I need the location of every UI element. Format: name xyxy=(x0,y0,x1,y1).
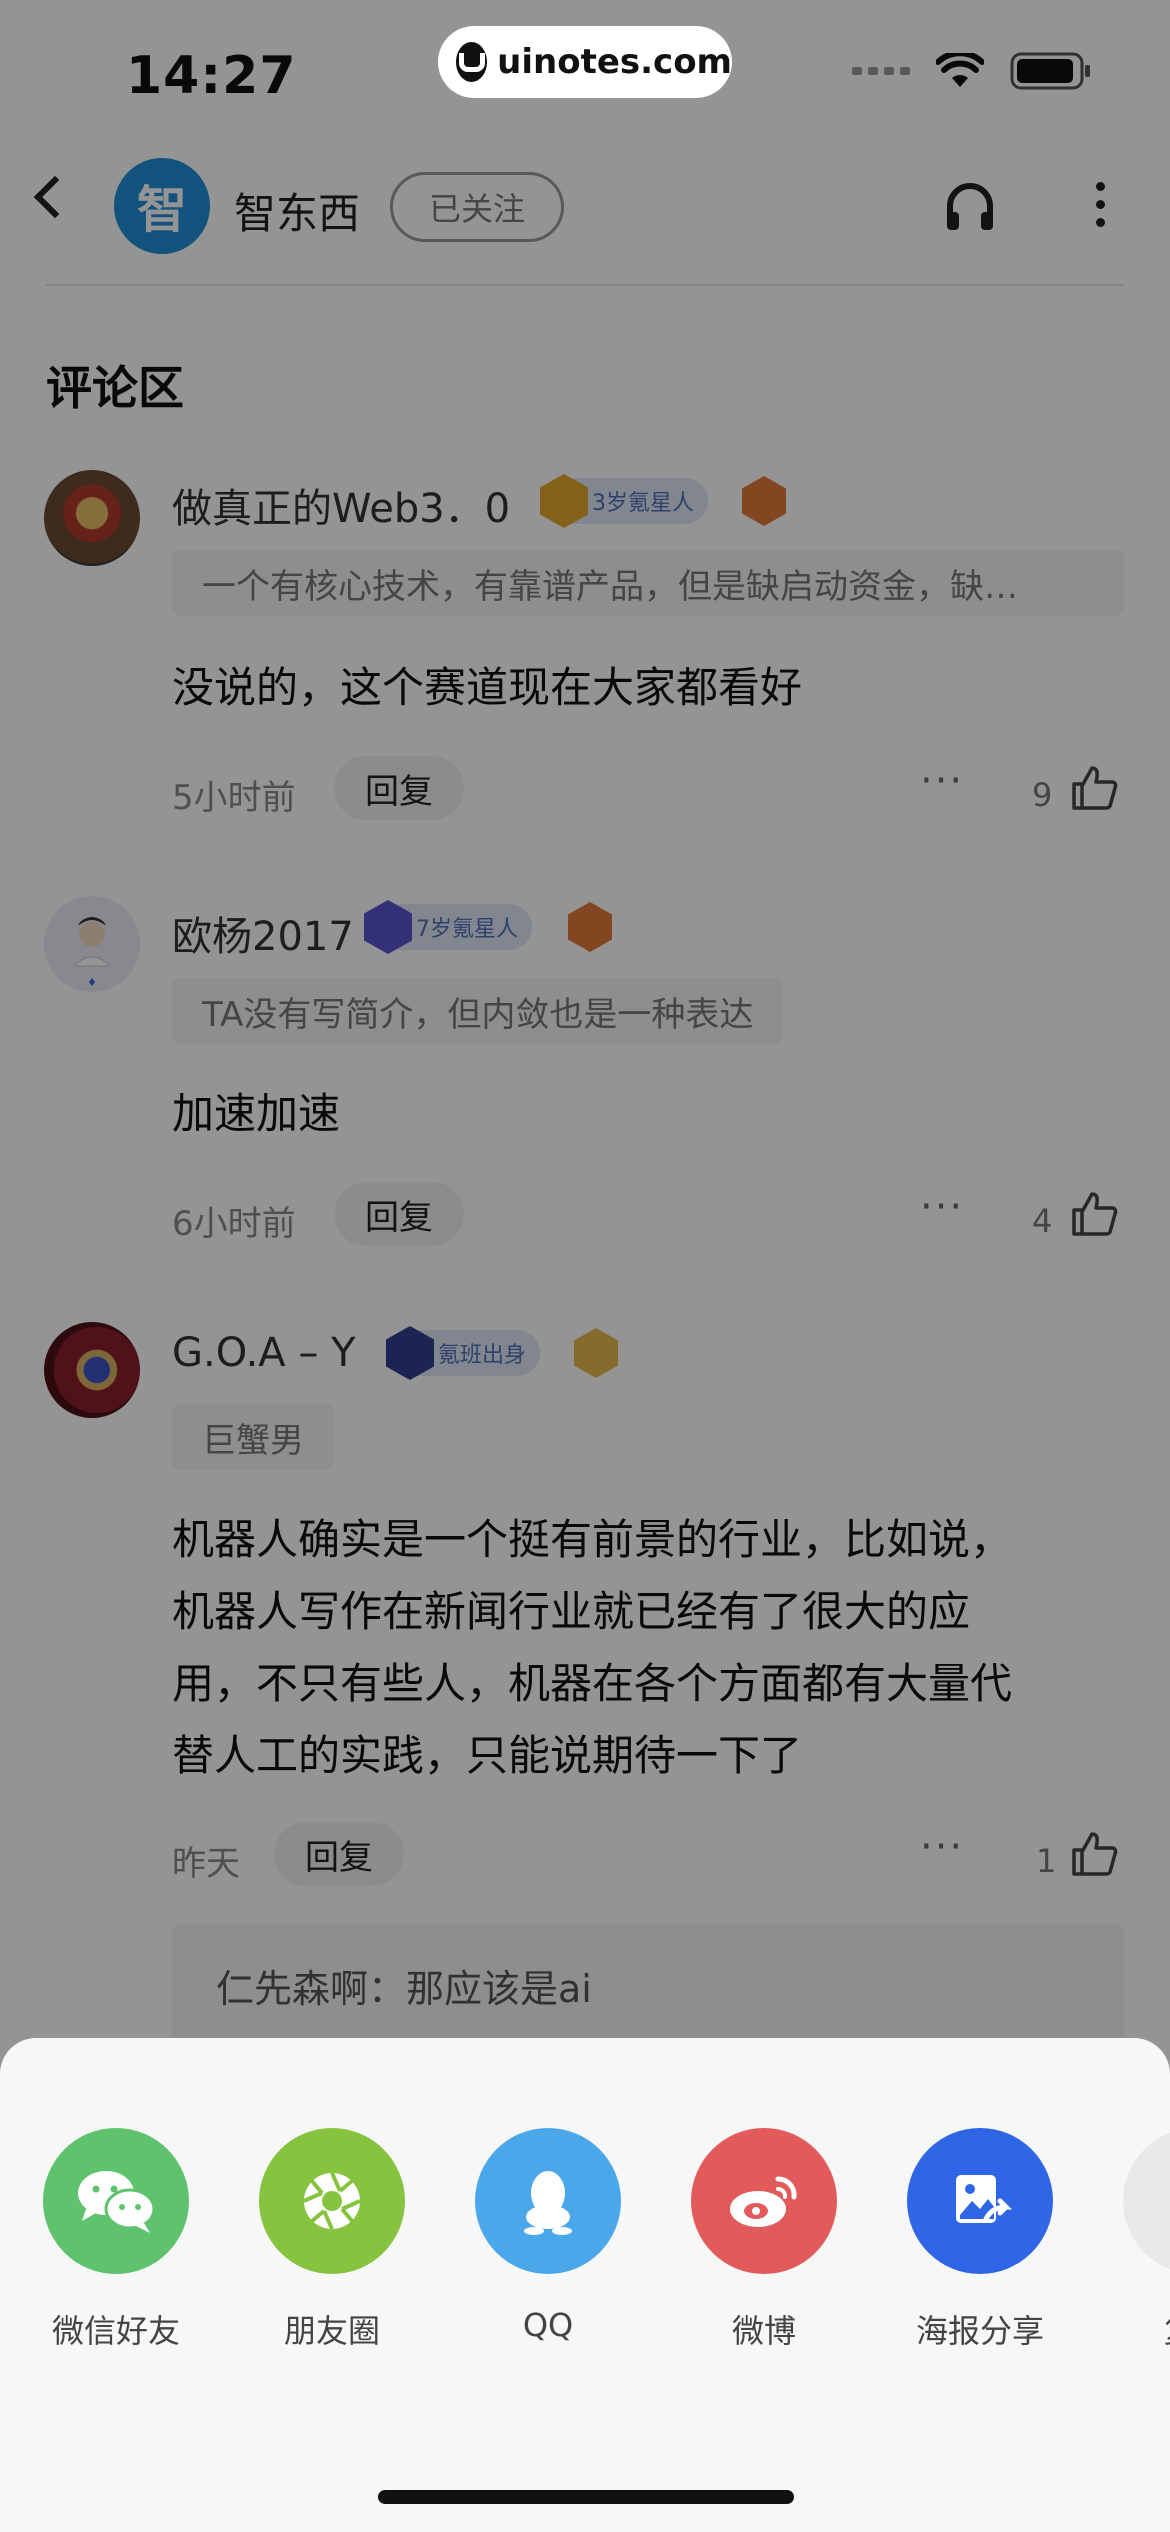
share-label: 微信好友 xyxy=(51,2312,180,2350)
share-weibo-circle xyxy=(691,2128,837,2274)
app-screen: 14:27 uinotes.com 智 智东西 已关注 评论区 做真正的Web3… xyxy=(0,0,1170,2532)
moments-icon xyxy=(303,2172,361,2230)
share-poster-circle xyxy=(907,2128,1053,2274)
share-qq-circle xyxy=(475,2128,621,2274)
wechat-icon xyxy=(78,2171,156,2233)
share-weibo-button[interactable]: 微博 xyxy=(674,2128,854,2352)
qq-icon xyxy=(524,2171,572,2235)
watermark-text: uinotes.com xyxy=(497,42,732,82)
share-moments-button[interactable]: 朋友圈 xyxy=(242,2128,422,2352)
share-qq-button[interactable]: QQ xyxy=(458,2128,638,2344)
watermark: uinotes.com xyxy=(438,26,732,98)
share-sheet: 微信好友 朋友圈 QQ 微博 海报分享 xyxy=(0,2038,1170,2532)
share-label: 微博 xyxy=(731,2312,796,2350)
share-wechat-button[interactable]: 微信好友 xyxy=(26,2128,206,2352)
share-moments-circle xyxy=(259,2128,405,2274)
share-label: 海报分享 xyxy=(915,2312,1044,2350)
poster-icon xyxy=(956,2175,1012,2223)
home-indicator[interactable] xyxy=(378,2490,794,2504)
weibo-icon xyxy=(730,2176,797,2227)
share-label: QQ xyxy=(522,2306,574,2344)
watermark-logo-icon xyxy=(456,42,488,82)
share-copy-button[interactable]: ⧉ 复制 xyxy=(1106,2128,1170,2352)
share-copy-circle: ⧉ xyxy=(1123,2128,1170,2274)
share-wechat-circle xyxy=(43,2128,189,2274)
share-label: 复制 xyxy=(1106,2306,1170,2352)
share-poster-button[interactable]: 海报分享 xyxy=(890,2128,1070,2352)
share-label: 朋友圈 xyxy=(283,2312,380,2350)
